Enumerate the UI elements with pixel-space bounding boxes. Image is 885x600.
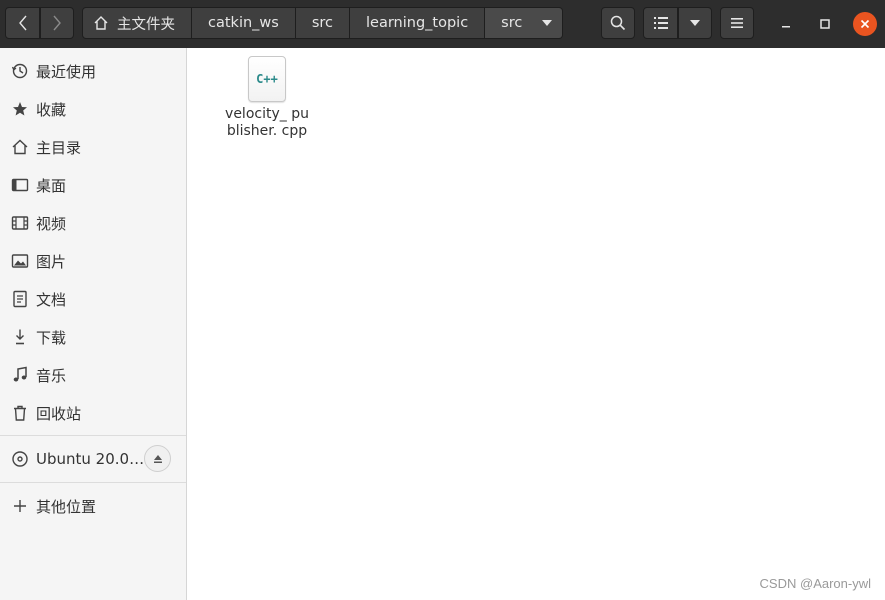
file-item[interactable]: C++ velocity_ publisher. cpp — [225, 56, 309, 140]
sidebar-item-label: 收藏 — [36, 100, 67, 119]
search-button[interactable] — [601, 7, 635, 39]
sidebar-item-desktop[interactable]: 桌面 — [0, 166, 186, 204]
sidebar-item-label: 回收站 — [36, 404, 82, 423]
breadcrumb: 主文件夹 catkin_ws src learning_topic src — [82, 7, 564, 39]
music-icon — [13, 366, 27, 382]
main-menu-button[interactable] — [720, 7, 754, 39]
chevron-down-icon — [690, 20, 700, 26]
clock-icon — [11, 63, 28, 79]
plus-icon — [14, 500, 26, 512]
close-icon — [860, 19, 870, 29]
breadcrumb-learning-topic[interactable]: learning_topic — [350, 7, 486, 39]
sidebar-item-starred[interactable]: 收藏 — [0, 90, 186, 128]
sidebar-item-label: 下载 — [36, 328, 67, 347]
breadcrumb-label: src — [311, 15, 333, 31]
sidebar-item-label: 图片 — [36, 252, 67, 271]
back-button[interactable] — [5, 7, 40, 39]
desktop-icon — [11, 178, 29, 192]
header-bar: 主文件夹 catkin_ws src learning_topic src — [0, 0, 885, 48]
minimize-button[interactable] — [774, 12, 798, 36]
sidebar-item-pictures[interactable]: 图片 — [0, 242, 186, 280]
sidebar-item-recent[interactable]: 最近使用 — [0, 52, 186, 90]
chevron-down-icon — [542, 20, 553, 26]
sidebar-item-documents[interactable]: 文档 — [0, 280, 186, 318]
sidebar-item-label: 主目录 — [36, 138, 82, 157]
sidebar-item-home[interactable]: 主目录 — [0, 128, 186, 166]
breadcrumb-label: catkin_ws — [208, 15, 279, 31]
sidebar-item-trash[interactable]: 回收站 — [0, 394, 186, 432]
star-icon — [13, 102, 27, 116]
trash-icon — [14, 405, 26, 421]
picture-icon — [11, 254, 29, 268]
breadcrumb-home[interactable]: 主文件夹 — [82, 7, 192, 39]
breadcrumb-label: learning_topic — [366, 15, 469, 31]
sidebar-item-other-locations[interactable]: 其他位置 — [0, 487, 186, 525]
sidebar-item-videos[interactable]: 视频 — [0, 204, 186, 242]
list-view-button[interactable] — [643, 7, 678, 39]
close-button[interactable] — [853, 12, 877, 36]
sidebar-item-label: 音乐 — [36, 366, 67, 385]
sidebar-divider — [0, 482, 186, 483]
sidebar-item-label: 文档 — [36, 290, 67, 309]
breadcrumb-src[interactable]: src — [295, 7, 350, 39]
eject-button[interactable] — [144, 445, 171, 472]
sidebar-item-label: 最近使用 — [36, 62, 97, 81]
list-view-icon — [653, 17, 668, 29]
sidebar-divider — [0, 435, 186, 436]
sidebar: 最近使用 收藏 主目录 桌面 视频 图片 文档 下载 音乐 回收站 Ubuntu… — [0, 48, 187, 600]
breadcrumb-home-label: 主文件夹 — [117, 16, 175, 33]
maximize-icon — [820, 19, 830, 29]
sidebar-item-label: Ubuntu 20.0… — [36, 450, 145, 468]
breadcrumb-current-src[interactable]: src — [485, 7, 564, 39]
document-icon — [13, 290, 27, 308]
maximize-button[interactable] — [813, 12, 837, 36]
disc-icon — [12, 451, 28, 467]
sidebar-item-label: 视频 — [36, 214, 67, 233]
sidebar-item-label: 其他位置 — [36, 497, 97, 516]
film-icon — [11, 216, 29, 230]
home-icon — [94, 16, 108, 30]
sidebar-item-music[interactable]: 音乐 — [0, 356, 186, 394]
cpp-file-icon: C++ — [248, 56, 286, 102]
view-options-button[interactable] — [678, 7, 712, 39]
file-name: velocity_ publisher. cpp — [225, 106, 309, 139]
eject-icon — [153, 454, 162, 463]
sidebar-item-downloads[interactable]: 下载 — [0, 318, 186, 356]
breadcrumb-catkin-ws[interactable]: catkin_ws — [192, 7, 296, 39]
file-view: C++ velocity_ publisher. cpp CSDN @Aaron… — [187, 48, 885, 600]
download-icon — [16, 329, 24, 345]
home-icon — [12, 139, 28, 155]
sidebar-item-label: 桌面 — [36, 176, 67, 195]
chevron-right-icon — [53, 15, 61, 31]
forward-button[interactable] — [40, 7, 74, 39]
minimize-icon — [782, 26, 790, 28]
breadcrumb-label: src — [501, 15, 523, 31]
chevron-left-icon — [18, 15, 27, 31]
search-icon — [610, 15, 626, 31]
hamburger-menu-icon — [731, 18, 743, 28]
watermark: CSDN @Aaron-ywl — [759, 576, 871, 591]
